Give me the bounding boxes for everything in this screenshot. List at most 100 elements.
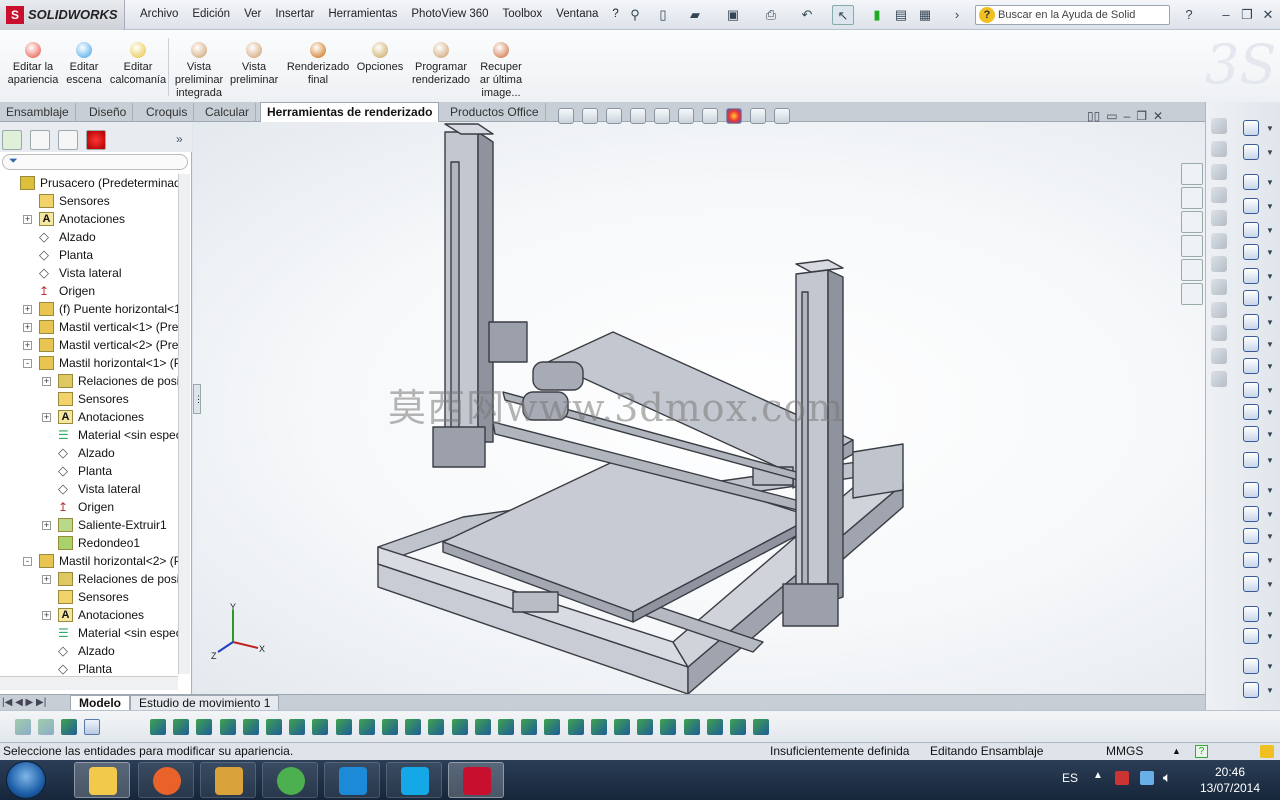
dowel-pin-icon[interactable] — [637, 719, 654, 735]
units-dropdown-icon[interactable]: ▲ — [1172, 743, 1181, 760]
language-indicator[interactable]: ES — [1062, 771, 1078, 785]
menu-item[interactable]: PhotoView 360 — [411, 8, 488, 20]
vertex-filter-icon[interactable] — [150, 719, 166, 735]
file-properties-icon[interactable]: ▤ — [890, 5, 912, 25]
tree-item[interactable]: + A Anotaciones — [0, 606, 178, 624]
select-icon[interactable]: ↖ — [832, 5, 854, 25]
circle-icon[interactable] — [1243, 244, 1259, 260]
tree-item[interactable]: + A Anotaciones — [0, 210, 178, 228]
tree-expander-icon[interactable]: + — [42, 611, 51, 620]
tree-item[interactable]: ◇ Alzado — [0, 228, 178, 246]
tool-dropdown-icon[interactable]: ▼ — [1266, 430, 1274, 439]
more-chevron-icon[interactable]: › — [946, 5, 968, 25]
model-tab[interactable]: Estudio de movimiento 1 — [130, 695, 280, 711]
slot-icon[interactable] — [1243, 222, 1259, 238]
fillet-icon[interactable] — [1243, 336, 1259, 352]
tree-item[interactable]: ◇ Alzado — [0, 642, 178, 660]
tree-item[interactable]: ◇ Planta — [0, 246, 178, 264]
ribbon-button[interactable]: Editar la apariencia — [5, 40, 61, 87]
tree-expander-icon[interactable]: + — [23, 323, 32, 332]
line-tool-icon-gray[interactable] — [1211, 164, 1227, 180]
surface-body-icon[interactable] — [219, 719, 236, 735]
tree-item[interactable]: ☰ Material <sin especific — [0, 426, 178, 444]
tab-command[interactable]: Ensamblaje — [0, 103, 76, 122]
tool-dropdown-icon[interactable]: ▼ — [1266, 294, 1274, 303]
tool-dropdown-icon[interactable]: ▼ — [1266, 580, 1274, 589]
block-filter-icon[interactable] — [614, 719, 630, 735]
ribbon-button[interactable]: Editar escena — [62, 40, 106, 87]
tool-dropdown-icon[interactable]: ▼ — [1266, 226, 1274, 235]
filter-clear-icon[interactable] — [38, 719, 54, 735]
tree-item[interactable]: - Mastil horizontal<1> (Pre — [0, 354, 178, 372]
tool-dropdown-icon[interactable]: ▼ — [1266, 610, 1274, 619]
tray-expand-icon[interactable]: ▲ — [1093, 770, 1103, 781]
tool-dropdown-icon[interactable]: ▼ — [1266, 124, 1274, 133]
tree-expander-icon[interactable]: - — [23, 557, 32, 566]
geometric-tolerance-icon[interactable] — [474, 719, 491, 735]
view-palette-icon[interactable] — [1181, 235, 1203, 257]
move-entities-icon[interactable] — [1243, 576, 1259, 592]
tree-item[interactable]: ◇ Alzado — [0, 444, 178, 462]
notes-filter-icon[interactable] — [498, 719, 514, 735]
convert-entities-icon[interactable] — [1243, 452, 1259, 468]
select-arrow-icon[interactable] — [84, 719, 100, 735]
menu-item[interactable]: Ventana — [556, 8, 598, 20]
help-icon[interactable]: ? — [1178, 5, 1200, 25]
text-icon[interactable] — [1243, 426, 1259, 442]
weld-bead-icon[interactable] — [730, 719, 746, 735]
smart-dimension-icon[interactable] — [1243, 144, 1259, 160]
skype-icon[interactable] — [386, 762, 442, 798]
feature-manager-tab-icon[interactable] — [2, 130, 22, 150]
property-manager-tab-icon[interactable] — [30, 130, 50, 150]
tool-dropdown-icon[interactable]: ▼ — [1266, 248, 1274, 257]
tool-dropdown-icon[interactable]: ▼ — [1266, 662, 1274, 671]
solidworks-logo[interactable]: S SOLIDWORKS — [0, 0, 125, 30]
midpoint-filter-icon[interactable] — [358, 719, 375, 735]
balloon-filter-icon[interactable] — [521, 719, 538, 735]
quick-snaps-icon[interactable] — [1243, 658, 1259, 674]
model-tab[interactable]: Modelo — [70, 695, 130, 711]
ellipse-icon-gray[interactable] — [1211, 302, 1227, 318]
restore-icon[interactable]: ❐ — [1236, 5, 1258, 25]
ribbon-button[interactable]: Recuper ar última image... — [476, 40, 526, 100]
media-player-icon[interactable] — [200, 762, 256, 798]
tree-expander-icon[interactable]: + — [42, 521, 51, 530]
undo-icon[interactable]: ↶ — [796, 5, 818, 25]
mid-surface-icon[interactable] — [706, 719, 723, 735]
centerline-filter-icon[interactable] — [405, 719, 422, 735]
internet-explorer-icon[interactable] — [324, 762, 380, 798]
tree-filter-input[interactable]: ⏷ — [2, 154, 188, 170]
ribbon-button[interactable]: Editar calcomanía — [108, 40, 168, 87]
open-folder-icon[interactable]: ▰ — [684, 5, 706, 25]
tree-expander-icon[interactable]: + — [42, 575, 51, 584]
tool-dropdown-icon[interactable]: ▼ — [1266, 202, 1274, 211]
tree-item[interactable]: Redondeo1 — [0, 534, 178, 552]
datum-target-icon[interactable] — [567, 719, 584, 735]
tab-command[interactable]: Calcular — [199, 103, 257, 122]
solidworks-resources-icon[interactable] — [1181, 163, 1203, 185]
pin-icon[interactable]: ⚲ — [624, 5, 646, 25]
ribbon-button[interactable]: Opciones — [356, 40, 404, 74]
arc-icon[interactable] — [1243, 268, 1259, 284]
trim-icon-gray[interactable] — [1211, 256, 1227, 272]
corner-icon-gray[interactable] — [1211, 187, 1227, 203]
units-selector[interactable]: MMGS — [1106, 743, 1143, 760]
repair-sketch-icon[interactable] — [1243, 628, 1259, 644]
offset-entities-icon[interactable] — [1243, 482, 1259, 498]
sketch-segment-icon[interactable] — [335, 719, 352, 735]
viewport-minimize-icon[interactable]: – — [1124, 109, 1131, 123]
tree-item[interactable]: + Relaciones de posición — [0, 372, 178, 390]
system-clock[interactable]: 20:46 13/07/2014 — [1190, 764, 1270, 796]
new-document-icon[interactable]: ▯ — [652, 5, 674, 25]
rotate-icon-gray[interactable] — [1211, 141, 1227, 157]
appearances-scenes-icon[interactable] — [1181, 259, 1203, 281]
polygon-icon[interactable] — [1243, 358, 1259, 374]
tree-item[interactable]: ↥ Origen — [0, 498, 178, 516]
tree-expander-icon[interactable]: + — [23, 305, 32, 314]
custom-properties-icon[interactable] — [1181, 283, 1203, 305]
tool-dropdown-icon[interactable]: ▼ — [1266, 532, 1274, 541]
graphics-area[interactable]: ▯▯ ▭ – ❐ ✕ ⋮ 莫西网www.3dmox.com Y X Z — [193, 108, 1205, 694]
datum-feature-icon[interactable] — [753, 719, 770, 735]
tree-item[interactable]: ◇ Planta — [0, 462, 178, 480]
rebuild-status-icon[interactable] — [1260, 745, 1274, 758]
